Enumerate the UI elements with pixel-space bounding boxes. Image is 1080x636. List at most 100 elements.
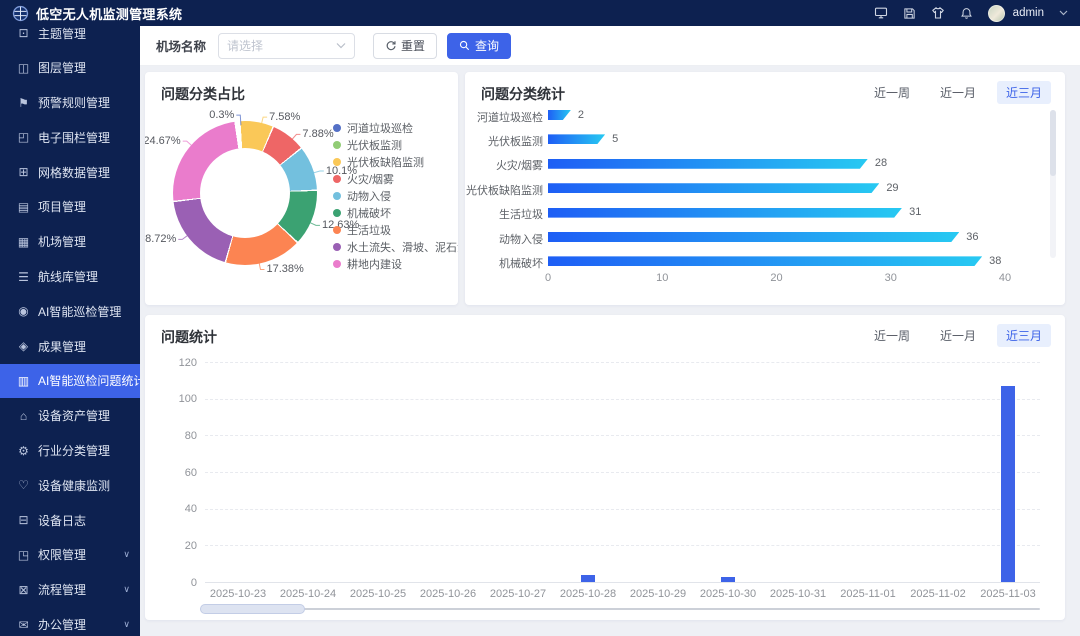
sidebar-item-stats[interactable]: ▥AI智能巡检问题统计管理: [0, 364, 140, 399]
sidebar-item-label: 电子围栏管理: [38, 129, 110, 146]
sidebar-item-route[interactable]: ☰航线库管理: [0, 259, 140, 294]
sidebar-item-label: 项目管理: [38, 198, 86, 215]
x-axis-tick: 30: [871, 272, 911, 284]
search-icon: [459, 40, 470, 51]
sidebar: ⊡主题管理◫图层管理⚑预警规则管理 ◰ 电子围栏管理 ⊞网格数据管理▤项目管理▦机场管…: [0, 26, 140, 636]
user-avatar[interactable]: [988, 5, 1005, 22]
legend-label: 生活垃圾: [347, 222, 391, 238]
sidebar-item-label: AI智能巡检管理: [38, 303, 121, 320]
x-axis-date-label: 2025-10-23: [203, 588, 273, 600]
bar-category-label: 动物入侵: [465, 231, 543, 247]
sidebar-item-layers[interactable]: ◫图层管理: [0, 50, 140, 85]
bell-icon[interactable]: [960, 7, 973, 20]
category-bar: [548, 208, 902, 218]
donut-chart: 0.3%7.58%7.88%10.1%12.63%17.38%18.72%24.…: [163, 117, 448, 295]
datazoom-track[interactable]: [200, 608, 1040, 610]
sidebar-item-project[interactable]: ▤项目管理: [0, 190, 140, 225]
bar-category-label: 光伏板缺陷监测: [465, 182, 543, 198]
sidebar-item-process[interactable]: ⊠流程管理∨: [0, 572, 140, 607]
sidebar-item-health[interactable]: ♡设备健康监测: [0, 468, 140, 503]
x-axis-date-label: 2025-10-25: [343, 588, 413, 600]
save-icon[interactable]: [903, 7, 916, 20]
layers-icon: ◫: [16, 61, 31, 75]
header-actions: admin: [874, 5, 1068, 22]
x-axis-date-label: 2025-11-02: [903, 588, 973, 600]
sidebar-item-results[interactable]: ◈成果管理: [0, 329, 140, 364]
office-icon: ✉: [16, 618, 31, 632]
query-button[interactable]: 查询: [447, 33, 511, 59]
pie-legend: 河道垃圾巡检光伏板监测光伏板缺陷监测火灾/烟雾动物入侵机械破坏生活垃圾水土流失、…: [333, 120, 458, 272]
sidebar-item-grid-data[interactable]: ⊞网格数据管理: [0, 155, 140, 190]
time-range-tab[interactable]: 近一月: [931, 81, 985, 104]
legend-item[interactable]: 水土流失、滑坡、泥石流: [333, 238, 458, 255]
airport-select[interactable]: 请选择: [218, 33, 355, 59]
log-icon: ⊟: [16, 513, 31, 527]
industry-icon: ⚙: [16, 444, 31, 458]
legend-item[interactable]: 河道垃圾巡检: [333, 120, 458, 137]
time-range-tab[interactable]: 近三月: [997, 81, 1051, 104]
gridline: [205, 399, 1040, 400]
sidebar-item-log[interactable]: ⊟设备日志: [0, 503, 140, 538]
reset-button[interactable]: 重置: [373, 33, 437, 59]
legend-item[interactable]: 火灾/烟雾: [333, 171, 458, 188]
legend-label: 机械破坏: [347, 205, 391, 221]
sidebar-item-permission[interactable]: ◳权限管理∨: [0, 538, 140, 573]
brand: 低空无人机监测管理系统: [12, 4, 182, 23]
legend-dot-icon: [333, 226, 341, 234]
grid-data-icon: ⊞: [16, 165, 31, 179]
daily-bar: [1001, 386, 1015, 582]
category-bar: [548, 159, 868, 169]
sidebar-item-theme[interactable]: ⊡主题管理: [0, 26, 140, 50]
y-axis-tick: 120: [145, 357, 197, 369]
time-range-tabs: 近一周近一月近三月: [865, 81, 1051, 104]
fence-icon: ◰: [16, 130, 31, 144]
daily-bar-title: 问题统计: [161, 327, 217, 347]
user-menu-chevron-icon[interactable]: [1059, 10, 1068, 16]
gridline: [205, 435, 1040, 436]
route-icon: ☰: [16, 270, 31, 284]
sidebar-item-label: 预警规则管理: [38, 94, 110, 111]
time-range-tab[interactable]: 近一周: [865, 81, 919, 104]
chevron-down-icon: ∨: [123, 549, 130, 560]
health-icon: ♡: [16, 478, 31, 492]
legend-item[interactable]: 耕地内建设: [333, 255, 458, 272]
time-range-tabs: 近一周近一月近三月: [865, 324, 1051, 347]
x-axis-date-label: 2025-11-01: [833, 588, 903, 600]
legend-item[interactable]: 动物入侵: [333, 188, 458, 205]
legend-item[interactable]: 机械破坏: [333, 204, 458, 221]
permission-icon: ◳: [16, 548, 31, 562]
user-name[interactable]: admin: [1013, 7, 1044, 19]
shirt-icon[interactable]: [931, 6, 945, 20]
ai-inspect-icon: ◉: [16, 304, 31, 318]
scrollbar-thumb[interactable]: [1050, 110, 1056, 176]
chart-scrollbar[interactable]: [1050, 110, 1056, 258]
legend-item[interactable]: 光伏板缺陷监测: [333, 154, 458, 171]
sidebar-item-industry[interactable]: ⚙行业分类管理: [0, 433, 140, 468]
monitor-icon[interactable]: [874, 6, 888, 20]
results-icon: ◈: [16, 339, 31, 353]
gridline: [205, 509, 1040, 510]
datazoom-selection[interactable]: [200, 604, 305, 614]
pie-percentage-label: 17.38%: [266, 263, 303, 275]
legend-item[interactable]: 生活垃圾: [333, 221, 458, 238]
bar-category-label: 光伏板监测: [465, 133, 543, 149]
sidebar-item-ai-inspect[interactable]: ◉ AI智能巡检管理: [0, 294, 140, 329]
time-range-tab[interactable]: 近三月: [997, 324, 1051, 347]
time-range-tab[interactable]: 近一周: [865, 324, 919, 347]
donut-hole: [200, 148, 290, 238]
category-bar-title: 问题分类统计: [481, 84, 565, 104]
legend-item[interactable]: 光伏板监测: [333, 137, 458, 154]
daily-bar: [581, 575, 595, 582]
sidebar-item-airport[interactable]: ▦机场管理: [0, 224, 140, 259]
sidebar-item-asset[interactable]: ⌂设备资产管理: [0, 398, 140, 433]
airport-name-label: 机场名称: [156, 36, 206, 55]
donut-ring: [173, 121, 317, 265]
legend-dot-icon: [333, 192, 341, 200]
process-icon: ⊠: [16, 583, 31, 597]
filter-bar: 机场名称 请选择 重置 查询: [140, 26, 1080, 66]
time-range-tab[interactable]: 近一月: [931, 324, 985, 347]
sidebar-item-warning-rules[interactable]: ⚑预警规则管理: [0, 85, 140, 120]
asset-icon: ⌂: [16, 409, 31, 423]
sidebar-item-fence[interactable]: ◰ 电子围栏管理: [0, 120, 140, 155]
sidebar-item-office[interactable]: ✉办公管理∨: [0, 607, 140, 636]
